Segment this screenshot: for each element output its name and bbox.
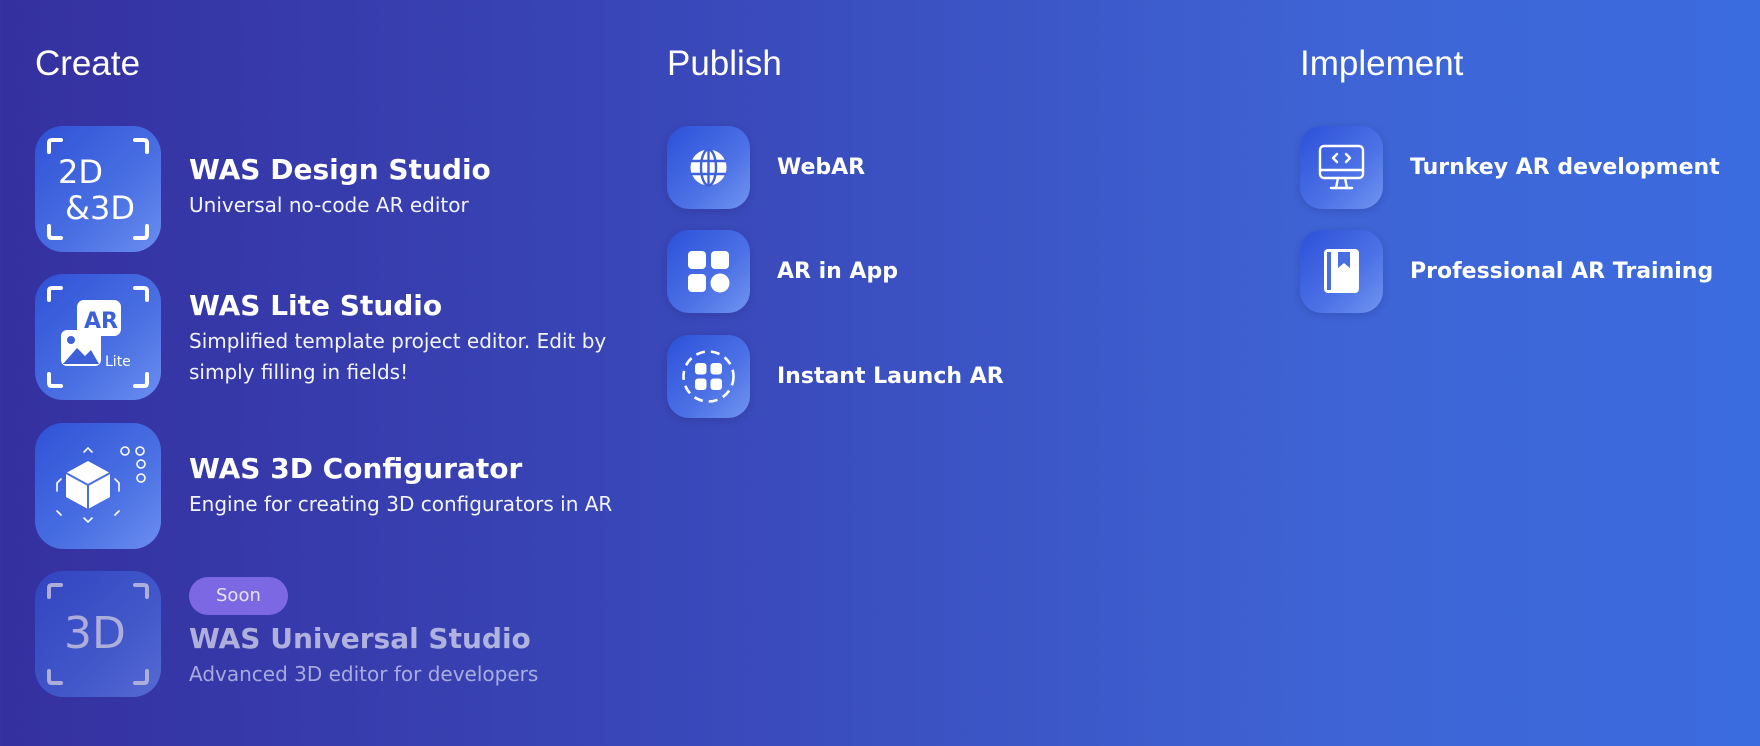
universal-studio-3d-icon: 3D: [35, 571, 161, 697]
turnkey-link[interactable]: Turnkey AR development: [1300, 126, 1760, 210]
lite-studio-link[interactable]: AR Lite WAS Lite Studio Simplified templ…: [35, 274, 675, 400]
code-monitor-icon: [1300, 126, 1383, 209]
app-grid-icon: [667, 230, 750, 313]
design-studio-2d-3d-icon: 2D &3D: [35, 126, 161, 252]
design-studio-description: Universal no-code AR editor: [189, 193, 469, 217]
universal-studio-title: WAS Universal Studio: [189, 622, 531, 655]
turnkey-label: Turnkey AR development: [1410, 155, 1720, 180]
soon-badge: Soon: [189, 577, 288, 615]
lite-studio-description: Simplified template project editor. Edit…: [189, 329, 607, 384]
configurator-link[interactable]: WAS 3D Configurator Engine for creating …: [35, 423, 675, 549]
lite-studio-title: WAS Lite Studio: [189, 289, 443, 322]
instant-launch-label: Instant Launch AR: [777, 364, 1004, 389]
ar-in-app-link[interactable]: AR in App: [667, 230, 1167, 314]
globe-icon: [667, 126, 750, 209]
universal-icon-text-3d: 3D: [64, 608, 126, 659]
configurator-description: Engine for creating 3D configurators in …: [189, 492, 613, 516]
design-icon-text-3d: &3D: [65, 189, 135, 227]
cube-configurator-icon: [35, 423, 161, 549]
design-studio-title: WAS Design Studio: [189, 153, 491, 186]
lite-icon-text-lite: Lite: [105, 354, 131, 370]
webar-link[interactable]: WebAR: [667, 126, 1167, 210]
book-bookmark-icon: [1300, 230, 1383, 313]
training-label: Professional AR Training: [1410, 259, 1714, 284]
publish-heading: Publish: [667, 44, 782, 83]
create-heading: Create: [35, 44, 141, 83]
design-studio-link[interactable]: 2D &3D WAS Design Studio Universal no-co…: [35, 126, 675, 252]
universal-studio-item: 3D Soon WAS Universal Studio Advanced 3D…: [35, 571, 675, 697]
lite-studio-ar-icon: AR Lite: [35, 274, 161, 400]
design-icon-text-2d: 2D: [58, 153, 103, 191]
ar-in-app-label: AR in App: [777, 259, 899, 284]
webar-label: WebAR: [777, 155, 866, 180]
instant-launch-icon: [667, 335, 750, 418]
implement-heading: Implement: [1300, 44, 1464, 83]
configurator-title: WAS 3D Configurator: [189, 452, 523, 485]
instant-launch-link[interactable]: Instant Launch AR: [667, 335, 1167, 419]
training-link[interactable]: Professional AR Training: [1300, 230, 1760, 314]
universal-studio-description: Advanced 3D editor for developers: [189, 662, 539, 686]
